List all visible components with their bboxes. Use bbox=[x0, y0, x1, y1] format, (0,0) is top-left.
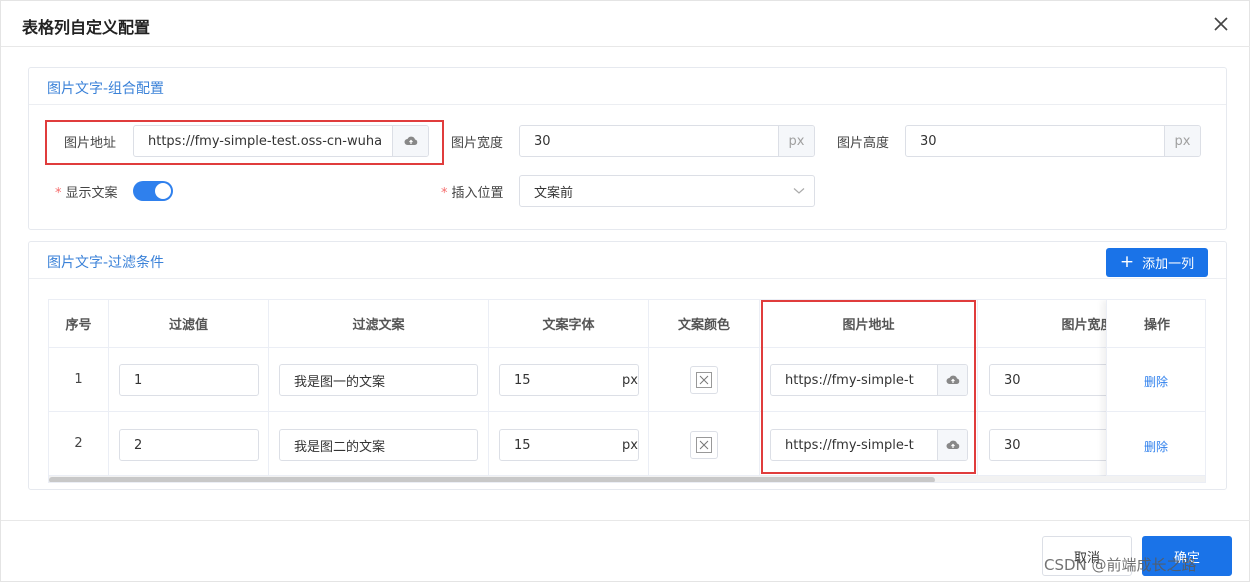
column-header: 图片地址 bbox=[760, 300, 978, 348]
filter-value-input[interactable]: 1 bbox=[119, 364, 259, 396]
filter-text-input[interactable]: 我是图二的文案 bbox=[279, 429, 478, 461]
section-divider bbox=[29, 278, 1226, 279]
insert-position-label-text: 插入位置 bbox=[451, 186, 504, 201]
required-mark: * bbox=[55, 186, 62, 201]
horizontal-scrollbar[interactable] bbox=[49, 477, 935, 482]
show-text-label: * 显示文案 bbox=[55, 182, 118, 201]
color-picker[interactable] bbox=[690, 366, 718, 394]
config-dialog: 表格列自定义配置 图片文字-组合配置 图片地址 https://fmy-simp… bbox=[0, 0, 1250, 582]
footer-divider bbox=[1, 520, 1250, 521]
unit-suffix: px bbox=[1164, 126, 1200, 156]
no-color-icon bbox=[696, 372, 712, 388]
image-height-input[interactable]: 30 px bbox=[905, 125, 1201, 157]
column-header: 操作 bbox=[1107, 300, 1205, 348]
no-color-icon bbox=[696, 437, 712, 453]
section-title: 图片文字-过滤条件 bbox=[47, 255, 165, 271]
delete-link[interactable]: 删除 bbox=[1144, 373, 1168, 390]
font-size-input[interactable]: 15 px bbox=[499, 429, 639, 461]
section-divider bbox=[29, 104, 1226, 105]
filter-table: 序号 过滤值 过滤文案 文案字体 文案颜色 图片地址 图片宽度 1 1 我是图一… bbox=[48, 299, 1206, 483]
image-url-cell-input[interactable]: https://fmy-simple-t bbox=[770, 364, 968, 396]
switch-knob bbox=[155, 183, 171, 199]
close-icon[interactable] bbox=[1210, 13, 1232, 35]
unit-suffix: px bbox=[622, 437, 638, 453]
image-url-label: 图片地址 bbox=[64, 136, 117, 151]
font-size-input[interactable]: 15 px bbox=[499, 364, 639, 396]
show-text-label-text: 显示文案 bbox=[65, 186, 118, 201]
cloud-upload-icon[interactable] bbox=[392, 126, 428, 156]
filter-text-input[interactable]: 我是图一的文案 bbox=[279, 364, 478, 396]
table-cell-index: 2 bbox=[49, 412, 109, 476]
chevron-down-icon bbox=[784, 187, 814, 195]
show-text-switch[interactable] bbox=[133, 181, 173, 201]
color-picker[interactable] bbox=[690, 431, 718, 459]
plus-icon: + bbox=[1119, 252, 1135, 272]
unit-suffix: px bbox=[622, 372, 638, 388]
add-column-button[interactable]: + 添加一列 bbox=[1106, 248, 1208, 277]
cloud-upload-icon[interactable] bbox=[937, 365, 967, 395]
delete-link[interactable]: 删除 bbox=[1144, 438, 1168, 455]
image-width-label: 图片宽度 bbox=[451, 136, 504, 151]
image-url-cell-input[interactable]: https://fmy-simple-t bbox=[770, 429, 968, 461]
unit-suffix: px bbox=[778, 126, 814, 156]
required-mark: * bbox=[441, 186, 448, 201]
dialog-header: 表格列自定义配置 bbox=[1, 1, 1250, 47]
dialog-title: 表格列自定义配置 bbox=[22, 18, 151, 37]
cloud-upload-icon[interactable] bbox=[937, 430, 967, 460]
insert-position-select[interactable]: 文案前 bbox=[519, 175, 815, 207]
filter-value-input[interactable]: 2 bbox=[119, 429, 259, 461]
section-title: 图片文字-组合配置 bbox=[47, 81, 165, 97]
image-height-label: 图片高度 bbox=[837, 136, 890, 151]
watermark: CSDN @前端成长之路 bbox=[1044, 556, 1197, 574]
table-cell-index: 1 bbox=[49, 348, 109, 412]
column-header: 文案字体 bbox=[489, 300, 649, 348]
add-column-label: 添加一列 bbox=[1142, 257, 1195, 272]
image-url-input[interactable]: https://fmy-simple-test.oss-cn-wuha bbox=[133, 125, 429, 157]
insert-position-label: * 插入位置 bbox=[441, 182, 504, 201]
column-header: 过滤文案 bbox=[269, 300, 489, 348]
fixed-action-column: 操作 删除 删除 bbox=[1106, 300, 1205, 482]
column-header: 过滤值 bbox=[109, 300, 269, 348]
image-width-input[interactable]: 30 px bbox=[519, 125, 815, 157]
column-header: 序号 bbox=[49, 300, 109, 348]
column-header: 文案颜色 bbox=[649, 300, 760, 348]
